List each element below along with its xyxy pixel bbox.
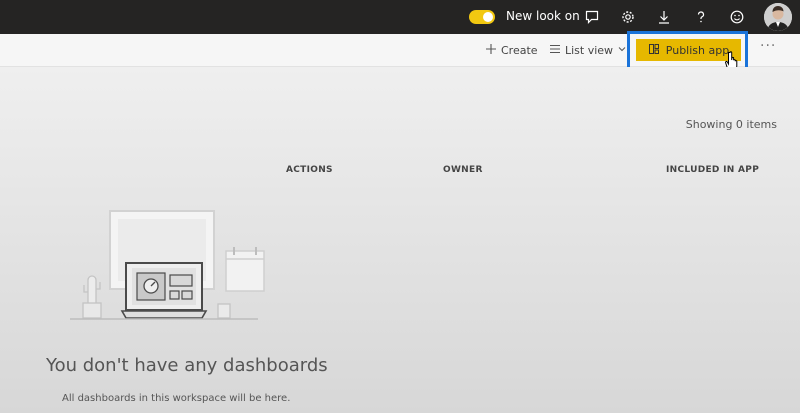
column-included-in-app: INCLUDED IN APP bbox=[666, 165, 760, 175]
list-icon bbox=[549, 43, 561, 58]
gear-icon[interactable] bbox=[619, 8, 637, 26]
column-actions: ACTIONS bbox=[286, 165, 333, 175]
chevron-down-icon bbox=[617, 44, 627, 57]
plus-icon bbox=[485, 43, 497, 58]
empty-state-subtitle: All dashboards in this workspace will be… bbox=[62, 393, 291, 404]
more-options-button[interactable]: ··· bbox=[760, 38, 776, 54]
chat-icon[interactable] bbox=[583, 8, 601, 26]
list-view-dropdown[interactable]: List view bbox=[549, 43, 627, 58]
column-owner: OWNER bbox=[443, 165, 483, 175]
help-icon[interactable] bbox=[692, 8, 710, 26]
new-look-toggle[interactable] bbox=[469, 10, 495, 24]
create-button[interactable]: Create bbox=[485, 43, 538, 58]
top-bar: New look on bbox=[0, 0, 800, 34]
download-icon[interactable] bbox=[655, 8, 673, 26]
empty-dashboard-illustration bbox=[70, 210, 265, 320]
user-avatar[interactable] bbox=[764, 3, 792, 31]
smiley-icon[interactable] bbox=[728, 8, 746, 26]
toggle-knob bbox=[483, 12, 493, 22]
create-label: Create bbox=[501, 44, 538, 57]
new-look-label: New look on bbox=[506, 9, 580, 23]
items-count: Showing 0 items bbox=[685, 118, 777, 131]
list-view-label: List view bbox=[565, 44, 614, 57]
empty-state-title: You don't have any dashboards bbox=[46, 355, 328, 376]
